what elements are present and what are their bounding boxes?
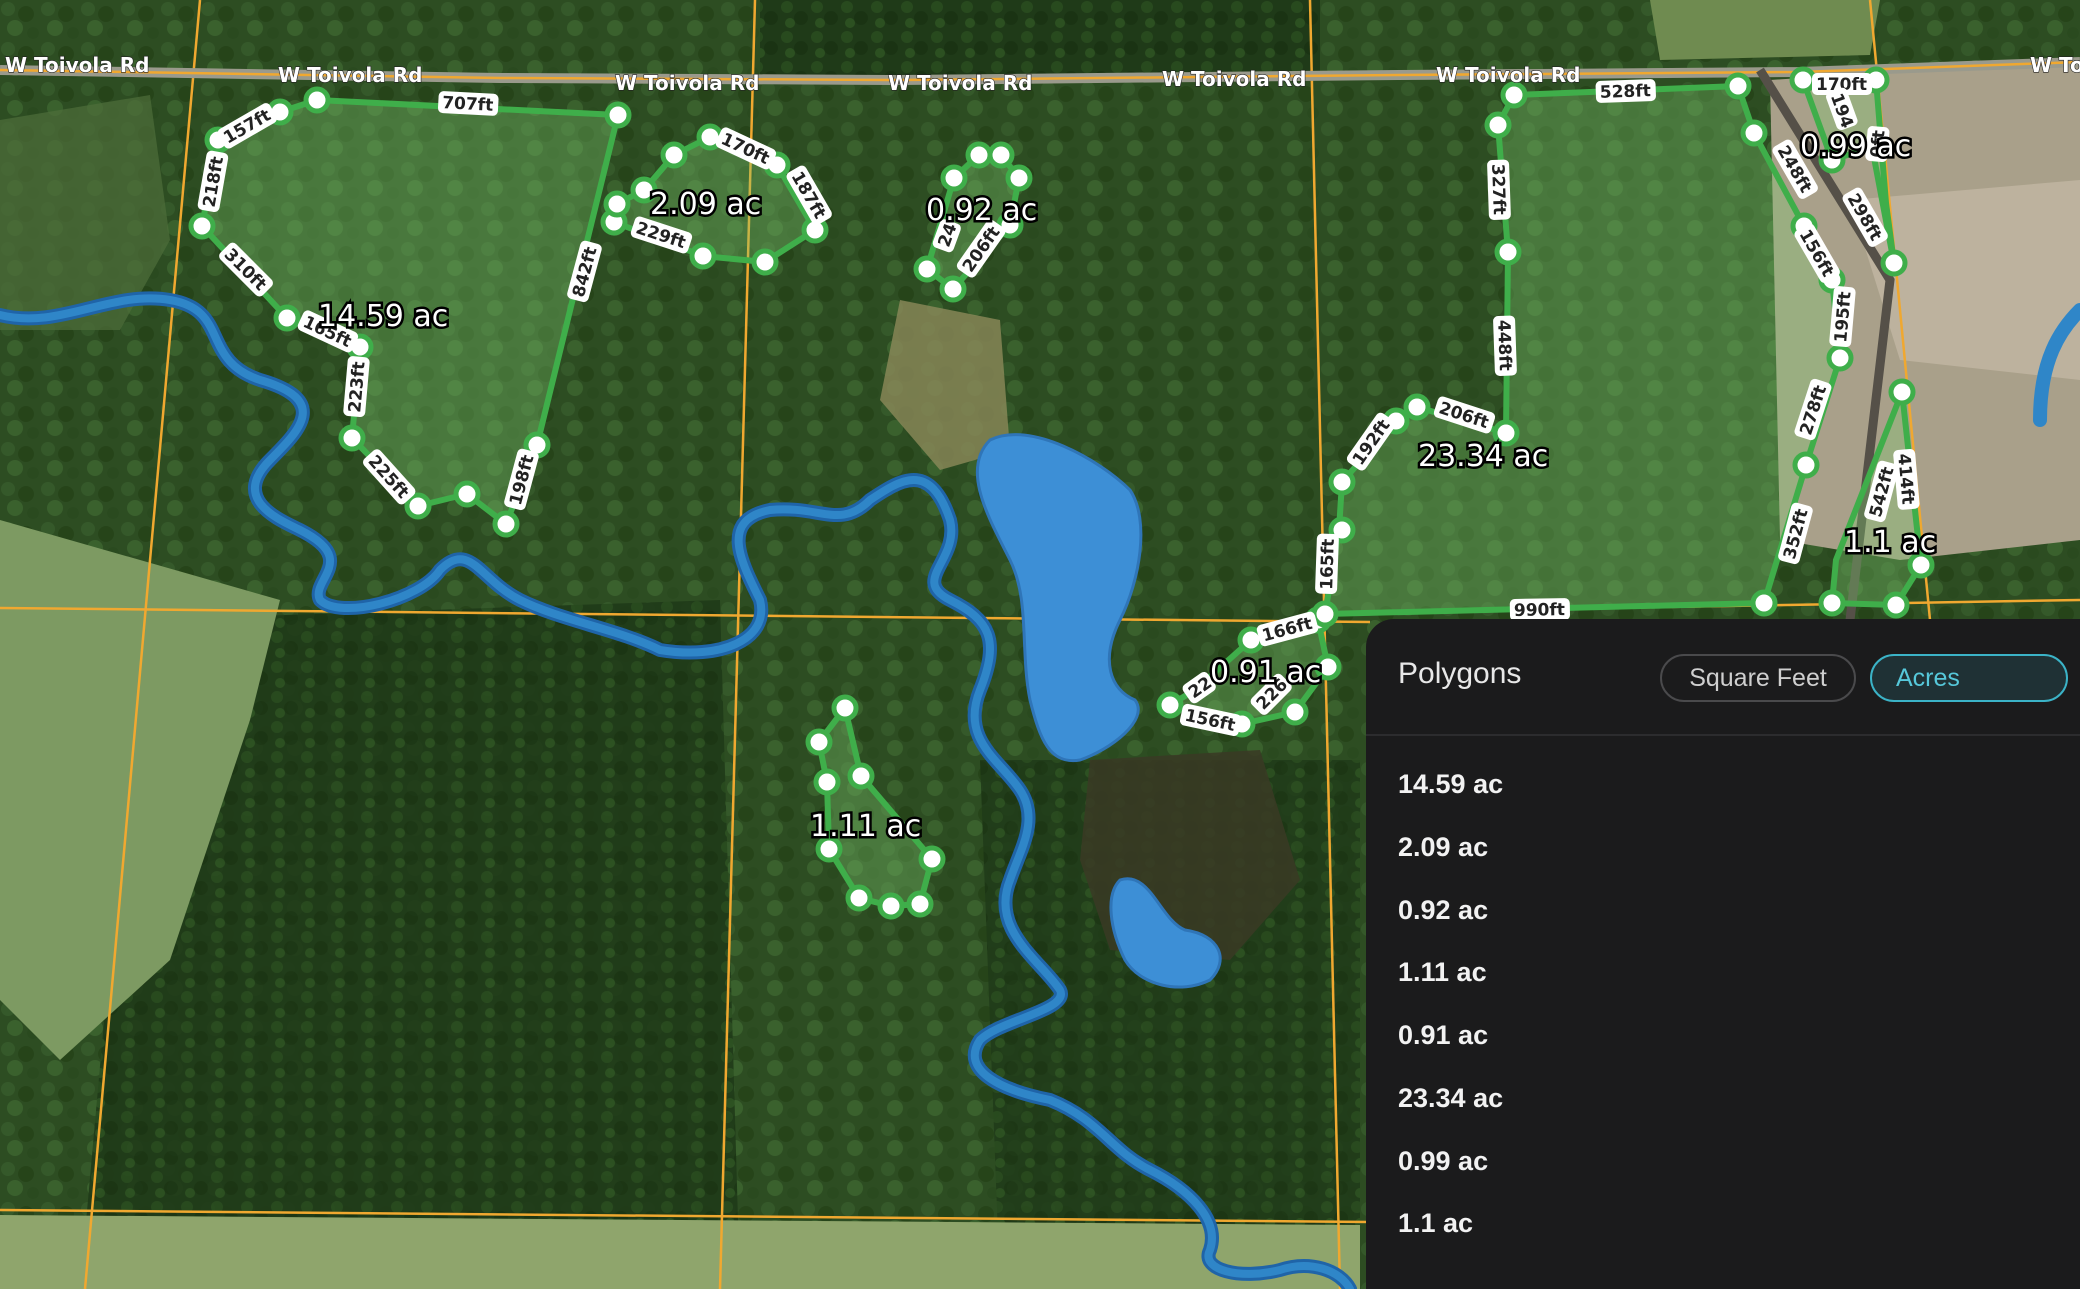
edge-length-label: 528ft: [1599, 81, 1651, 103]
road-label: W Toivola Rd: [888, 71, 1032, 95]
vertex-handle[interactable]: [965, 141, 993, 169]
polygon-list-item[interactable]: 0.91 ac: [1398, 1020, 1488, 1060]
vertex-handle[interactable]: [1724, 72, 1752, 100]
polygon-list-item[interactable]: 14.59 ac: [1398, 769, 1503, 809]
square-feet-toggle[interactable]: Square Feet: [1660, 654, 1856, 702]
acres-toggle[interactable]: Acres: [1870, 654, 2068, 702]
vertex-handle[interactable]: [303, 86, 331, 114]
road-label: W Toivola Rd: [1436, 63, 1580, 87]
vertex-handle[interactable]: [918, 845, 946, 873]
polygon-area-label: 0.92 ac: [926, 193, 1037, 228]
vertex-handle[interactable]: [188, 212, 216, 240]
vertex-handle[interactable]: [1403, 393, 1431, 421]
road-label: W Toivola Rd: [5, 53, 149, 77]
vertex-handle[interactable]: [913, 255, 941, 283]
vertex-handle[interactable]: [660, 141, 688, 169]
vertex-handle[interactable]: [940, 164, 968, 192]
vertex-handle[interactable]: [845, 884, 873, 912]
vertex-handle[interactable]: [1484, 111, 1512, 139]
road-label: W To: [2030, 53, 2080, 77]
vertex-handle[interactable]: [1750, 589, 1778, 617]
edge-length-label: 990ft: [1514, 600, 1565, 621]
panel-header: Polygons Square Feet Acres: [1366, 619, 2080, 736]
vertex-handle[interactable]: [1500, 81, 1528, 109]
vertex-handle[interactable]: [805, 728, 833, 756]
polygon-list-item[interactable]: 1.11 ac: [1398, 957, 1487, 997]
vertex-handle[interactable]: [1792, 451, 1820, 479]
polygon-list-item[interactable]: 1.1 ac: [1398, 1208, 1473, 1248]
road-label: W Toivola Rd: [615, 71, 759, 95]
vertex-handle[interactable]: [1818, 589, 1846, 617]
vertex-handle[interactable]: [906, 890, 934, 918]
polygon-area-label: 1.1 ac: [1844, 525, 1936, 560]
vertex-handle[interactable]: [1888, 378, 1916, 406]
vertex-handle[interactable]: [1328, 468, 1356, 496]
road-label: W Toivola Rd: [1162, 67, 1306, 91]
vertex-handle[interactable]: [1789, 66, 1817, 94]
polygon-list-item[interactable]: 0.92 ac: [1398, 895, 1488, 935]
vertex-handle[interactable]: [492, 510, 520, 538]
vertex-handle[interactable]: [273, 304, 301, 332]
vertex-handle[interactable]: [1156, 691, 1184, 719]
polygon-list-item[interactable]: 0.99 ac: [1398, 1146, 1488, 1186]
vertex-handle[interactable]: [877, 892, 905, 920]
polygon-area-label: 14.59 ac: [318, 299, 448, 334]
vertex-handle[interactable]: [1311, 600, 1339, 628]
panel-title: Polygons: [1398, 657, 1522, 690]
vertex-handle[interactable]: [1826, 344, 1854, 372]
vertex-handle[interactable]: [939, 275, 967, 303]
polygon-area-label: 0.99 ac: [1800, 129, 1911, 164]
vertex-handle[interactable]: [813, 768, 841, 796]
vertex-handle[interactable]: [1281, 698, 1309, 726]
polygon-list-item[interactable]: 2.09 ac: [1398, 832, 1488, 872]
polygons-panel: Polygons Square Feet Acres 14.59 ac 2.09…: [1366, 619, 2080, 1289]
field-south: [0, 1215, 1360, 1289]
vertex-handle[interactable]: [987, 141, 1015, 169]
vertex-handle[interactable]: [604, 101, 632, 129]
vertex-handle[interactable]: [1494, 238, 1522, 266]
edge-length-label: 707ft: [442, 93, 494, 116]
edge-length-label: 165ft: [1317, 538, 1339, 590]
field-top-right: [1650, 0, 1880, 60]
vertex-handle[interactable]: [338, 424, 366, 452]
polygon-area-label: 1.11 ac: [810, 809, 921, 844]
vertex-handle[interactable]: [1880, 249, 1908, 277]
edge-length-label: 448ft: [1493, 319, 1515, 371]
polygon-area-label: 23.34 ac: [1418, 439, 1548, 474]
vertex-handle[interactable]: [453, 480, 481, 508]
vertex-handle[interactable]: [1005, 164, 1033, 192]
vertex-handle[interactable]: [603, 190, 631, 218]
vertex-handle[interactable]: [751, 248, 779, 276]
road-label: W Toivola Rd: [278, 63, 422, 87]
vertex-handle[interactable]: [404, 492, 432, 520]
vertex-handle[interactable]: [689, 242, 717, 270]
vertex-handle[interactable]: [1882, 591, 1910, 619]
vertex-handle[interactable]: [847, 762, 875, 790]
polygon-area-label: 0.91 ac: [1210, 655, 1321, 690]
vertex-handle[interactable]: [831, 694, 859, 722]
vertex-handle[interactable]: [1740, 119, 1768, 147]
polygon-area-label: 2.09 ac: [650, 187, 761, 222]
edge-length-label: 327ft: [1487, 163, 1509, 215]
polygon-list-item[interactable]: 23.34 ac: [1398, 1083, 1503, 1123]
